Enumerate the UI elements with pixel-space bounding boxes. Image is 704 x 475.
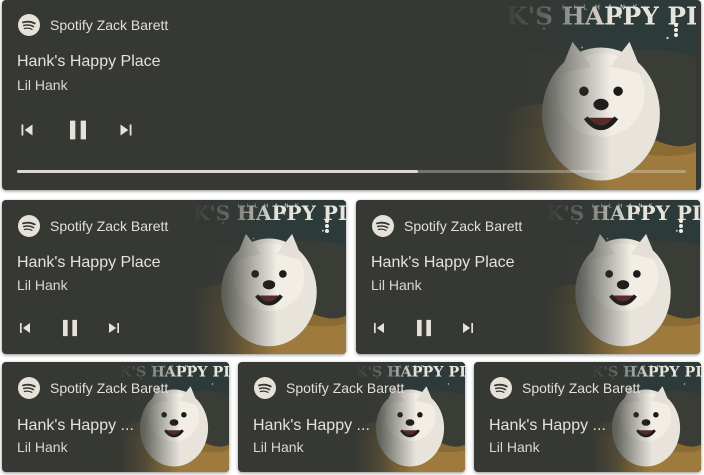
previous-track-button[interactable] <box>15 318 35 338</box>
progress-fill <box>17 170 419 173</box>
more-options-icon[interactable] <box>324 218 330 236</box>
progress-bar[interactable] <box>17 170 686 173</box>
spotify-icon <box>254 377 276 399</box>
album-art <box>501 0 701 190</box>
pause-button[interactable] <box>410 314 438 342</box>
media-card-small[interactable]: Spotify Zack Barett Hank's Happy ... Lil… <box>238 362 465 472</box>
spotify-icon <box>18 14 40 36</box>
media-card-small[interactable]: Spotify Zack Barett Hank's Happy ... Lil… <box>2 362 229 472</box>
track-artist: Lil Hank <box>17 277 68 293</box>
track-title: Hank's Happy Place <box>17 53 161 70</box>
media-card-medium[interactable]: Spotify Zack Barett Hank's Happy Place L… <box>356 200 700 354</box>
source-label: Spotify Zack Barett <box>404 218 523 234</box>
next-track-button[interactable] <box>104 318 124 338</box>
source-label: Spotify Zack Barett <box>50 218 169 234</box>
pause-button[interactable] <box>56 314 84 342</box>
previous-track-button[interactable] <box>369 318 389 338</box>
track-title: Hank's Happy ... <box>253 417 370 434</box>
spotify-icon <box>372 215 394 237</box>
track-title: Hank's Happy Place <box>371 254 515 271</box>
source-label: Spotify Zack Barett <box>286 380 405 396</box>
track-artist: Lil Hank <box>17 77 68 93</box>
spotify-icon <box>18 377 40 399</box>
track-artist: Lil Hank <box>253 439 304 455</box>
media-card-small[interactable]: Spotify Zack Barett Hank's Happy ... Lil… <box>474 362 701 472</box>
track-artist: Lil Hank <box>17 439 68 455</box>
more-options-icon[interactable] <box>673 22 679 40</box>
more-options-icon[interactable] <box>678 218 684 236</box>
album-art <box>192 200 346 354</box>
media-card-medium[interactable]: Spotify Zack Barett Hank's Happy Place L… <box>2 200 346 354</box>
source-label: Spotify Zack Barett <box>50 17 169 33</box>
source-label: Spotify Zack Barett <box>50 380 169 396</box>
previous-track-button[interactable] <box>16 119 38 141</box>
track-artist: Lil Hank <box>489 439 540 455</box>
spotify-icon <box>18 215 40 237</box>
spotify-icon <box>490 377 512 399</box>
track-artist: Lil Hank <box>371 277 422 293</box>
next-track-button[interactable] <box>458 318 478 338</box>
track-title: Hank's Happy Place <box>17 254 161 271</box>
track-title: Hank's Happy ... <box>17 417 134 434</box>
media-card-large[interactable]: Spotify Zack Barett Hank's Happy Place L… <box>2 0 701 190</box>
track-title: Hank's Happy ... <box>489 417 606 434</box>
next-track-button[interactable] <box>115 119 137 141</box>
album-art <box>546 200 700 354</box>
source-label: Spotify Zack Barett <box>522 380 641 396</box>
pause-button[interactable] <box>62 114 94 146</box>
